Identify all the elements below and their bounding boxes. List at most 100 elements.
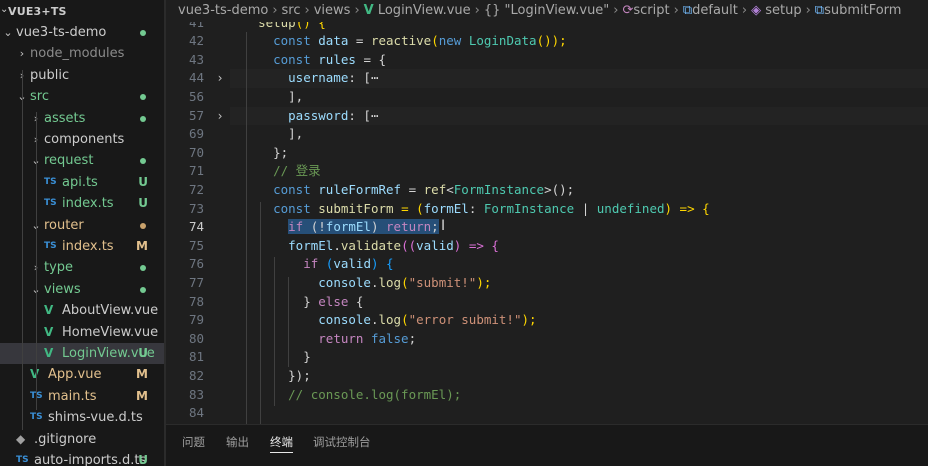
code-token: ) (370, 219, 387, 235)
chevron-right-icon: › (354, 3, 360, 18)
code-text: formEl.validate((valid) => { (243, 237, 499, 256)
indent-guide (288, 277, 289, 367)
code-text: ], (243, 125, 303, 144)
code-token: username (288, 70, 349, 86)
git-status-badge: U (138, 196, 148, 211)
tree-file[interactable]: TS auto-imports.d.ts U (0, 450, 164, 466)
code-token: reactive (370, 33, 432, 49)
code-line[interactable]: 81 } (166, 348, 928, 367)
tree-folder[interactable]: ›assets (0, 108, 164, 129)
code-token: ) { (370, 256, 394, 272)
code-token: { (348, 293, 364, 309)
breadcrumb-item[interactable]: default (692, 3, 738, 18)
code-token: undefined (596, 200, 665, 216)
line-number: 70 (188, 144, 204, 160)
vue-file-icon: V (30, 367, 40, 382)
breadcrumb-item[interactable]: LoginView.vue (378, 3, 471, 18)
breadcrumb: vue3-ts-demo › src › views › V LoginView.vue ›{… (166, 0, 928, 22)
git-status-badge: M (136, 388, 148, 403)
tree-folder[interactable]: ⌄request (0, 150, 164, 171)
fold-chevron-icon[interactable]: › (214, 107, 226, 126)
code-editor[interactable]: 41 setup() {42 const data = reactive(new… (166, 22, 928, 424)
code-line[interactable]: 74 if (!formEl) return; (166, 218, 928, 237)
code-token: valid (333, 256, 371, 272)
tree-file[interactable]: ◆ .gitignore (0, 429, 164, 450)
fold-chevron-icon[interactable]: › (214, 69, 226, 88)
breadcrumb-item[interactable]: "LoginView.vue" (505, 3, 610, 18)
tree-item-label: api.ts (62, 174, 98, 190)
tab-terminal[interactable]: 终端 (270, 425, 293, 459)
tree-folder[interactable]: ⌄views (0, 279, 164, 300)
code-line[interactable]: 69 ], (166, 125, 928, 144)
tab-debug-console[interactable]: 调试控制台 (313, 425, 371, 459)
tree-folder[interactable]: ›public (0, 65, 164, 86)
tree-folder[interactable]: ⌄ vue3-ts-demo (0, 22, 164, 43)
tree-folder[interactable]: ›components (0, 129, 164, 150)
code-line[interactable]: 71 // 登录 (166, 162, 928, 181)
line-number: 74 (188, 219, 204, 235)
explorer-project-title[interactable]: VUE3+TS (8, 4, 67, 20)
git-status-dot (140, 286, 146, 293)
tree-folder[interactable]: › node_modules (0, 43, 164, 64)
tree-file[interactable]: TSmain.tsM (0, 386, 164, 407)
tab-problems[interactable]: 问题 (182, 425, 205, 459)
breadcrumb-item[interactable]: src (282, 3, 301, 18)
tree-file[interactable]: TS index.ts M (0, 236, 164, 257)
line-number: 71 (188, 163, 204, 179)
tree-file[interactable]: TS api.ts U (0, 172, 164, 193)
line-number: 83 (188, 386, 204, 402)
tree-file[interactable]: V AboutView.vue (0, 300, 164, 321)
code-line[interactable]: 79 console.log("error submit!"); (166, 311, 928, 330)
code-line[interactable]: 73 const submitForm = (formEl: FormInsta… (166, 200, 928, 219)
tree-file[interactable]: TS index.ts U (0, 193, 164, 214)
code-line[interactable]: 77 console.log("submit!"); (166, 274, 928, 293)
code-text: const data = reactive(new LoginData()); (243, 32, 567, 51)
code-line[interactable]: 41 setup() { (166, 22, 928, 32)
tree-file[interactable]: V App.vue M (0, 364, 164, 385)
code-line[interactable]: 72 const ruleFormRef = ref<FormInstance>… (166, 181, 928, 200)
tree-file[interactable]: V HomeView.vue (0, 322, 164, 343)
code-line[interactable]: 70 }; (166, 144, 928, 163)
code-text: } (243, 348, 311, 367)
line-number: 57 (188, 107, 204, 123)
tree-item-label: views (44, 281, 81, 297)
line-number: 84 (188, 405, 204, 421)
breadcrumb-item[interactable]: setup (765, 3, 801, 18)
module-icon: ⧉ (682, 3, 693, 18)
code-line[interactable]: 80 return false; (166, 330, 928, 349)
code-token: console (318, 274, 371, 290)
tree-item-label: public (30, 67, 70, 83)
breadcrumb-item[interactable]: submitForm (824, 3, 901, 18)
code-line[interactable]: 83 // console.log(formEl); (166, 386, 928, 405)
tree-folder[interactable]: ›type (0, 257, 164, 278)
tab-output[interactable]: 输出 (226, 425, 249, 459)
code-token: else (318, 293, 349, 309)
code-token: submitForm (318, 200, 394, 216)
code-line[interactable]: 43 const rules = { (166, 51, 928, 70)
git-file-icon: ◆ (16, 431, 26, 446)
breadcrumb-item[interactable]: views (314, 3, 351, 18)
breadcrumb-item[interactable]: script (633, 3, 669, 18)
tree-folder[interactable]: ⌄router (0, 215, 164, 236)
code-token: rules (318, 51, 356, 67)
git-status-badge: M (136, 239, 148, 253)
code-line[interactable]: 76 if (valid) { (166, 255, 928, 274)
tree-file[interactable]: TS shims-vue.d.ts (0, 407, 164, 428)
breadcrumb-item[interactable]: vue3-ts-demo (178, 3, 268, 18)
typescript-file-icon: TS (44, 176, 57, 187)
code-token: : (468, 200, 484, 216)
indent-guide (274, 257, 275, 406)
tree-file[interactable]: V LoginView.vue U (0, 343, 164, 364)
code-line[interactable]: 56 ], (166, 88, 928, 107)
code-line[interactable]: 44 › username: [⋯ (166, 69, 928, 88)
code-line[interactable]: 78 } else { (166, 293, 928, 312)
code-line[interactable]: 42 const data = reactive(new LoginData()… (166, 32, 928, 51)
code-line[interactable]: 57 › password: [⋯ (166, 107, 928, 126)
code-line[interactable]: 82 }); (166, 367, 928, 386)
code-line[interactable]: 75 formEl.validate((valid) => { (166, 237, 928, 256)
tree-folder[interactable]: ⌄src (0, 86, 164, 107)
code-line[interactable]: 84 (166, 404, 928, 423)
